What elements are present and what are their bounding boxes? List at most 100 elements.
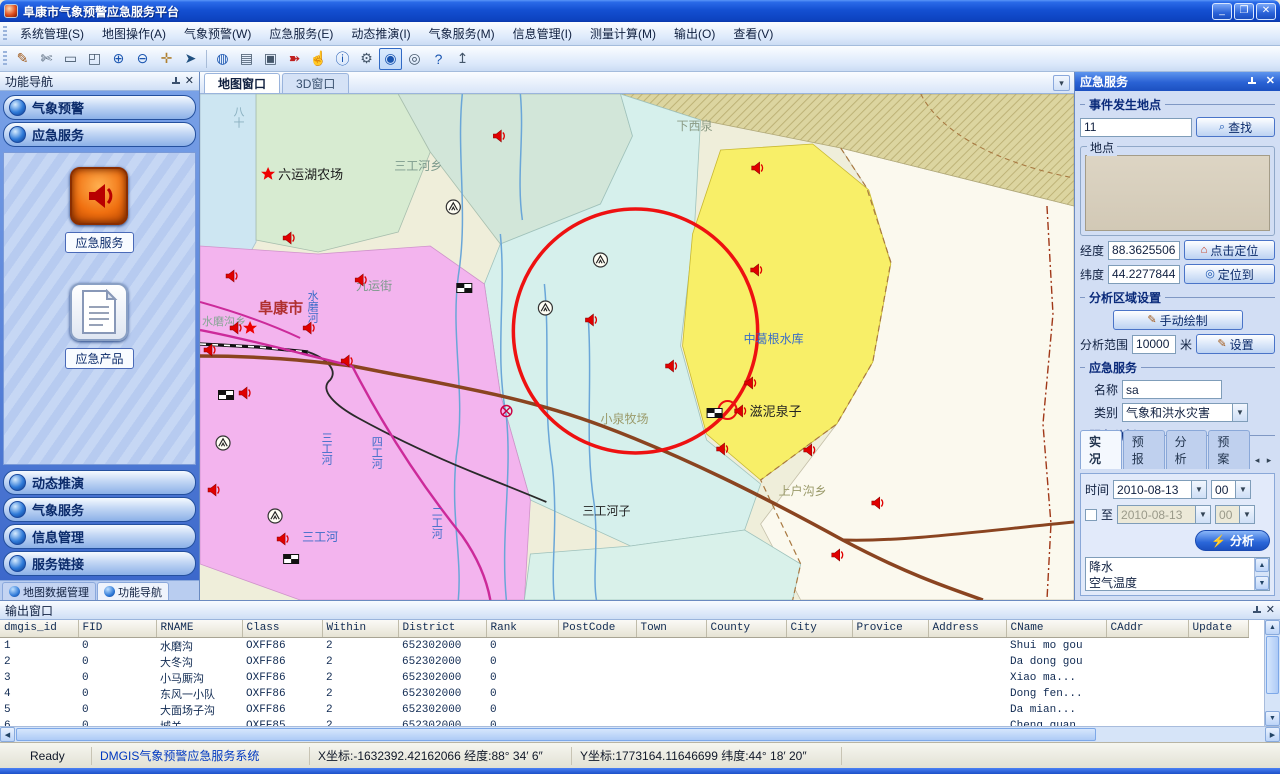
- scroll-down-icon[interactable]: ▼: [1255, 576, 1269, 590]
- toolbar-grip[interactable]: [3, 51, 7, 67]
- image-layer-icon[interactable]: ▤: [235, 48, 258, 70]
- close-icon[interactable]: ✕: [1266, 76, 1275, 87]
- service-tab-实况[interactable]: 实况: [1080, 430, 1122, 469]
- pan-icon[interactable]: ✛: [155, 48, 178, 70]
- location-search-input[interactable]: [1080, 118, 1192, 137]
- date-select[interactable]: 2010-08-13 ▼: [1113, 480, 1207, 499]
- identify-icon[interactable]: ➤: [179, 48, 202, 70]
- menu-item-9[interactable]: 查看(V): [724, 21, 782, 46]
- menu-item-4[interactable]: 动态推演(I): [342, 21, 419, 46]
- road-sign-icon[interactable]: [219, 391, 234, 400]
- service-name-input[interactable]: [1122, 380, 1222, 399]
- horizontal-scrollbar[interactable]: ◀ ▶: [0, 726, 1280, 742]
- to-checkbox[interactable]: [1085, 509, 1097, 521]
- zoom-out-icon[interactable]: ⊖: [131, 48, 154, 70]
- campsite-icon[interactable]: [593, 253, 607, 267]
- column-header-dmgis_id[interactable]: dmgis_id: [0, 620, 78, 637]
- element-listbox[interactable]: 降水空气温度 ▲ ▼: [1085, 557, 1270, 591]
- close-icon[interactable]: ✕: [1266, 605, 1275, 616]
- chevron-down-icon[interactable]: ▼: [1239, 506, 1254, 523]
- scroll-down-icon[interactable]: ▼: [1265, 711, 1280, 726]
- menu-item-8[interactable]: 输出(O): [665, 21, 724, 46]
- tab-scroll-left-icon[interactable]: ◂: [1251, 455, 1263, 469]
- select-rect-icon[interactable]: ▭: [59, 48, 82, 70]
- tab-map-data-management[interactable]: 地图数据管理: [2, 582, 96, 600]
- pin-icon[interactable]: [1247, 76, 1257, 87]
- scroll-up-icon[interactable]: ▲: [1265, 620, 1280, 635]
- column-header-RNAME[interactable]: RNAME: [156, 620, 242, 637]
- column-header-FID[interactable]: FID: [78, 620, 156, 637]
- window-list-dropdown-icon[interactable]: ▾: [1053, 75, 1070, 91]
- column-header-County[interactable]: County: [706, 620, 786, 637]
- chevron-down-icon[interactable]: ▼: [1235, 481, 1250, 498]
- road-sign-icon[interactable]: [284, 555, 299, 564]
- edit-icon[interactable]: ✎: [11, 48, 34, 70]
- tab-3d-window[interactable]: 3D窗口: [282, 73, 349, 93]
- table-row[interactable]: 20大冬沟OXFF8626523020000Da dong gou: [0, 654, 1248, 670]
- place-result-box[interactable]: [1085, 155, 1270, 231]
- service-tab-预案[interactable]: 预案: [1208, 430, 1250, 469]
- column-header-Within[interactable]: Within: [322, 620, 398, 637]
- pick-icon[interactable]: ☝: [307, 48, 330, 70]
- longitude-input[interactable]: [1108, 241, 1180, 260]
- menu-item-6[interactable]: 信息管理(I): [504, 21, 581, 46]
- print-icon[interactable]: ▣: [259, 48, 282, 70]
- restore-button[interactable]: ❐: [1234, 3, 1254, 20]
- table-row[interactable]: 30小马厮沟OXFF8626523020000Xiao ma...: [0, 670, 1248, 686]
- column-header-City[interactable]: City: [786, 620, 852, 637]
- info-icon[interactable]: ⓘ: [331, 48, 354, 70]
- column-header-District[interactable]: District: [398, 620, 486, 637]
- campsite-icon[interactable]: [216, 436, 230, 450]
- range-set-button[interactable]: ✎ 设置: [1196, 334, 1275, 354]
- scrollbar-thumb[interactable]: [16, 728, 1096, 741]
- service-type-select[interactable]: 气象和洪水灾害 ▼: [1122, 403, 1248, 422]
- menu-item-1[interactable]: 地图操作(A): [93, 21, 175, 46]
- table-row[interactable]: 10水磨沟OXFF8626523020000Shui mo gou: [0, 637, 1248, 654]
- road-sign-icon[interactable]: [707, 409, 722, 418]
- chevron-down-icon[interactable]: ▼: [1195, 506, 1210, 523]
- menu-grip[interactable]: [3, 26, 7, 42]
- nav-button-动态推演[interactable]: 动态推演: [3, 470, 196, 495]
- column-header-Class[interactable]: Class: [242, 620, 322, 637]
- list-item[interactable]: 降水: [1089, 559, 1251, 575]
- nav-button-气象服务[interactable]: 气象服务: [3, 497, 196, 522]
- vertical-scrollbar[interactable]: ▲ ▼: [1264, 620, 1280, 726]
- campsite-icon[interactable]: [538, 301, 552, 315]
- chevron-down-icon[interactable]: ▼: [1191, 481, 1206, 498]
- shortcut-emergency-product[interactable]: 应急产品: [65, 283, 133, 369]
- shortcut-emergency-service[interactable]: 应急服务: [65, 167, 133, 253]
- tab-scroll-right-icon[interactable]: ▸: [1263, 455, 1275, 469]
- hour-select[interactable]: 00 ▼: [1211, 480, 1251, 499]
- fast-forward-icon[interactable]: ➽: [283, 48, 306, 70]
- latitude-input[interactable]: [1108, 265, 1180, 284]
- listbox-scrollbar[interactable]: ▲ ▼: [1254, 558, 1269, 590]
- close-button[interactable]: ✕: [1256, 3, 1276, 20]
- full-extent-icon[interactable]: ◍: [211, 48, 234, 70]
- settings-icon[interactable]: ⚙: [355, 48, 378, 70]
- globe-service-icon[interactable]: ◉: [379, 48, 402, 70]
- column-header-CName[interactable]: CName: [1006, 620, 1106, 637]
- column-header-Town[interactable]: Town: [636, 620, 706, 637]
- analyze-button[interactable]: ⚡ 分析: [1195, 530, 1270, 551]
- service-tab-分析[interactable]: 分析: [1166, 430, 1208, 469]
- emergency-alert-icon[interactable]: [70, 167, 128, 225]
- menu-item-5[interactable]: 气象服务(M): [420, 21, 504, 46]
- menu-item-2[interactable]: 气象预警(W): [175, 21, 260, 46]
- locate-to-button[interactable]: ◎ 定位到: [1184, 264, 1275, 284]
- table-row[interactable]: 40东风一小队OXFF8626523020000Dong fen...: [0, 686, 1248, 702]
- end-hour-select[interactable]: 00 ▼: [1215, 505, 1255, 524]
- pin-icon[interactable]: [171, 76, 181, 87]
- campsite-icon[interactable]: [268, 509, 282, 523]
- column-header-Provice[interactable]: Provice: [852, 620, 928, 637]
- scroll-right-icon[interactable]: ▶: [1265, 727, 1280, 742]
- column-header-Address[interactable]: Address: [928, 620, 1006, 637]
- analysis-range-input[interactable]: [1132, 335, 1176, 354]
- close-icon[interactable]: ✕: [185, 76, 194, 87]
- chevron-down-icon[interactable]: ▼: [1232, 404, 1247, 421]
- column-header-Update[interactable]: Update: [1188, 620, 1248, 637]
- list-item[interactable]: 空气温度: [1089, 575, 1251, 591]
- road-sign-icon[interactable]: [457, 284, 472, 293]
- menu-item-3[interactable]: 应急服务(E): [260, 21, 342, 46]
- scroll-up-icon[interactable]: ▲: [1255, 558, 1269, 572]
- search-button[interactable]: ⌕ 查找: [1196, 117, 1275, 137]
